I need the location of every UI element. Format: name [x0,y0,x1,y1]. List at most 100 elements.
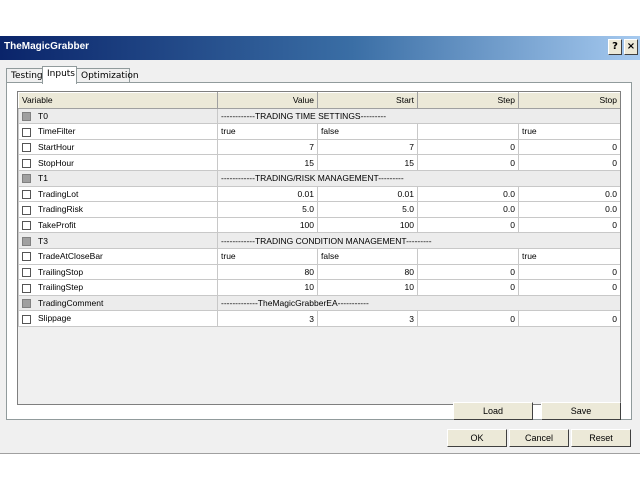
step-cell[interactable] [417,123,519,140]
step-cell[interactable]: 0 [417,310,519,327]
tab-inputs[interactable]: Inputs [42,66,77,84]
start-cell[interactable]: 15 [317,154,418,171]
col-header-value[interactable]: Value [217,92,318,109]
table-row[interactable]: TimeFilter true false true [18,123,620,140]
help-button[interactable]: ? [608,39,622,55]
table-row[interactable]: TradeAtCloseBar true false true [18,247,620,265]
save-button[interactable]: Save [541,402,621,420]
cancel-button[interactable]: Cancel [509,429,569,447]
value-cell[interactable]: 15 [217,154,318,171]
ok-button[interactable]: OK [447,429,507,447]
step-cell[interactable]: 0 [417,154,519,171]
value-cell[interactable]: 5.0 [217,201,318,218]
variable-cell[interactable]: TradeAtCloseBar [18,247,218,265]
optimize-checkbox[interactable] [22,267,31,277]
variable-cell[interactable]: TimeFilter [18,123,218,140]
stop-cell[interactable]: true [518,123,620,140]
start-cell[interactable]: false [317,247,418,265]
stop-cell[interactable]: 0 [518,216,620,234]
table-row[interactable]: StartHour 7 7 0 0 [18,138,620,156]
start-cell[interactable]: 80 [317,263,418,281]
variable-cell[interactable]: StartHour [18,138,218,156]
title-bar[interactable]: TheMagicGrabber ? × [0,36,640,60]
tab-testing[interactable]: Testing [6,68,43,83]
variable-cell[interactable]: T0 [18,107,218,125]
separator-value[interactable]: ------------TRADING CONDITION MANAGEMENT… [217,232,620,249]
table-row[interactable]: TrailingStop 80 80 0 0 [18,263,620,281]
optimize-checkbox[interactable] [22,314,31,324]
stop-cell[interactable]: true [518,247,620,265]
step-cell[interactable]: 0 [417,279,519,296]
variable-cell[interactable]: TradingComment [18,294,218,312]
table-row[interactable]: Slippage 3 3 0 0 [18,310,620,327]
table-row[interactable]: StopHour 15 15 0 0 [18,154,620,171]
table-row[interactable]: TradingLot 0.01 0.01 0.0 0.0 [18,185,620,203]
close-button[interactable]: × [624,39,638,55]
value-cell[interactable]: 100 [217,216,318,234]
step-cell[interactable]: 0 [417,138,519,156]
step-cell[interactable]: 0.0 [417,201,519,218]
col-header-stop[interactable]: Stop [518,92,620,109]
variable-cell[interactable]: TakeProfit [18,216,218,234]
stop-cell[interactable]: 0.0 [518,185,620,203]
optimize-checkbox[interactable] [22,283,31,293]
optimize-checkbox[interactable] [22,143,31,153]
variable-cell[interactable]: TradingRisk [18,201,218,218]
grid-header: Variable Value Start Step Stop [18,92,620,109]
value-cell[interactable]: true [217,247,318,265]
col-header-start[interactable]: Start [317,92,418,109]
separator-value[interactable]: ------------TRADING/RISK MANAGEMENT-----… [217,169,620,187]
table-row[interactable]: TrailingStep 10 10 0 0 [18,279,620,296]
stop-cell[interactable]: 0 [518,263,620,281]
variable-cell[interactable]: TradingLot [18,185,218,203]
value-cell[interactable]: 7 [217,138,318,156]
separator-value[interactable]: -------------TheMagicGrabberEA----------… [217,294,620,312]
optimize-checkbox[interactable] [22,127,31,137]
optimize-checkbox[interactable] [22,221,31,231]
start-cell[interactable]: 3 [317,310,418,327]
group-row[interactable]: T0 ------------TRADING TIME SETTINGS-----… [18,107,620,125]
step-cell[interactable]: 0.0 [417,185,519,203]
group-row[interactable]: T1 ------------TRADING/RISK MANAGEMENT---… [18,169,620,187]
value-cell[interactable]: 0.01 [217,185,318,203]
variable-cell[interactable]: TrailingStep [18,279,218,296]
value-cell[interactable]: 10 [217,279,318,296]
start-cell[interactable]: 7 [317,138,418,156]
stop-cell[interactable]: 0 [518,279,620,296]
optimize-checkbox[interactable] [22,205,31,215]
col-header-variable[interactable]: Variable [18,92,218,109]
optimize-checkbox[interactable] [22,189,31,199]
variable-cell[interactable]: Slippage [18,310,218,327]
step-cell[interactable]: 0 [417,263,519,281]
variable-cell[interactable]: T1 [18,169,218,187]
table-row[interactable]: TakeProfit 100 100 0 0 [18,216,620,234]
load-button[interactable]: Load [453,402,533,420]
reset-button[interactable]: Reset [571,429,631,447]
step-cell[interactable] [417,247,519,265]
group-row[interactable]: TradingComment -------------TheMagicGrabb… [18,294,620,312]
tab-optimization[interactable]: Optimization [76,68,139,83]
value-cell[interactable]: true [217,123,318,140]
start-cell[interactable]: 0.01 [317,185,418,203]
start-cell[interactable]: 5.0 [317,201,418,218]
variable-cell[interactable]: T3 [18,232,218,249]
value-cell[interactable]: 80 [217,263,318,281]
variable-cell[interactable]: TrailingStop [18,263,218,281]
stop-cell[interactable]: 0 [518,138,620,156]
col-header-step[interactable]: Step [417,92,519,109]
group-row[interactable]: T3 ------------TRADING CONDITION MANAGEME… [18,232,620,249]
stop-cell[interactable]: 0.0 [518,201,620,218]
start-cell[interactable]: false [317,123,418,140]
stop-cell[interactable]: 0 [518,154,620,171]
separator-value[interactable]: ------------TRADING TIME SETTINGS-------… [217,107,620,125]
value-cell[interactable]: 3 [217,310,318,327]
optimize-checkbox[interactable] [22,158,31,168]
variable-name: T0 [38,110,48,121]
start-cell[interactable]: 10 [317,279,418,296]
table-row[interactable]: TradingRisk 5.0 5.0 0.0 0.0 [18,201,620,218]
variable-cell[interactable]: StopHour [18,154,218,171]
start-cell[interactable]: 100 [317,216,418,234]
optimize-checkbox[interactable] [22,252,31,262]
stop-cell[interactable]: 0 [518,310,620,327]
step-cell[interactable]: 0 [417,216,519,234]
